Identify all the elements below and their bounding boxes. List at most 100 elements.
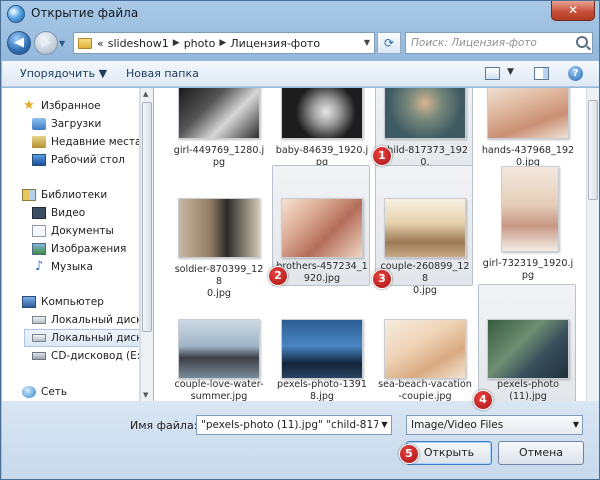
- app-globe-icon: [7, 5, 25, 23]
- file-name: sea-beach-vacation -coupie.jpg: [378, 379, 472, 401]
- sidebar-item-computer[interactable]: Компьютер: [22, 293, 104, 311]
- organize-button[interactable]: Упорядочить ▼: [20, 67, 107, 80]
- sidebar-item-label: Изображения: [51, 243, 127, 255]
- close-button[interactable]: ✕: [551, 1, 595, 21]
- libraries-icon: [22, 189, 36, 201]
- file-type-select[interactable]: Image/Video Files ▼: [406, 415, 583, 435]
- photo-thumbnail: [384, 198, 466, 258]
- folder-icon: [78, 37, 92, 49]
- desktop-icon: [32, 154, 46, 166]
- sidebar-item-downloads[interactable]: Загрузки: [32, 115, 101, 133]
- sidebar-item-label: Документы: [51, 225, 114, 237]
- file-tile-selected[interactable]: pexels-photo (11).jpg: [478, 284, 576, 401]
- file-name: pexels-photo-1391 8.jpg: [277, 379, 367, 401]
- file-name: girl-732319_1920.j pg: [482, 258, 574, 281]
- sidebar-item-music[interactable]: ♪ Музыка: [32, 258, 93, 276]
- breadcrumb-photo[interactable]: photo: [184, 37, 216, 50]
- chevron-right-icon[interactable]: ▶: [173, 38, 180, 48]
- file-type-value: Image/Video Files: [411, 419, 504, 431]
- chevron-down-icon[interactable]: ▼: [573, 416, 579, 434]
- disk-icon: [32, 334, 46, 342]
- file-list-scrollbar[interactable]: [586, 88, 599, 401]
- scroll-down-icon[interactable]: ▼: [143, 391, 148, 399]
- sidebar-item-label: Локальный диск (: [51, 332, 140, 344]
- sidebar-item-network[interactable]: Сеть: [22, 383, 67, 401]
- crumb-overflow[interactable]: «: [97, 37, 104, 50]
- photo-thumbnail: [487, 88, 569, 139]
- sidebar-item-label: Локальный диск (: [51, 314, 140, 326]
- recent-places-icon: [32, 136, 46, 148]
- sidebar-item-video[interactable]: Видео: [32, 204, 85, 222]
- network-icon: [22, 386, 36, 398]
- change-view-icon[interactable]: [485, 67, 500, 80]
- callout-badge-1: 1: [372, 146, 392, 166]
- search-icon: [576, 36, 588, 48]
- sidebar-item-label: Сеть: [41, 386, 68, 398]
- dialog-footer: Имя файла: "pexels-photo (11).jpg" "chil…: [2, 401, 599, 479]
- sidebar-item-libraries[interactable]: Библиотеки: [22, 186, 107, 204]
- sidebar-item-desktop[interactable]: Рабочий стол: [32, 151, 125, 169]
- sidebar-item-recent-places[interactable]: Недавние места: [32, 133, 140, 151]
- sidebar-item-label: Недавние места: [51, 136, 140, 148]
- file-tile[interactable]: pexels-photo-1391 8.jpg: [272, 286, 370, 401]
- preview-pane-icon[interactable]: [534, 67, 549, 80]
- sidebar-scrollbar[interactable]: ▲ ▼: [140, 88, 153, 401]
- scroll-up-icon[interactable]: ▲: [143, 90, 148, 98]
- filename-input[interactable]: "pexels-photo (11).jpg" "child-81737 ▼: [196, 415, 392, 435]
- photo-thumbnail: [281, 198, 363, 258]
- photo-thumbnail: [178, 319, 260, 379]
- cd-drive-icon: [32, 352, 46, 360]
- sidebar-item-cd-drive[interactable]: CD-дисковод (E:): [32, 347, 140, 365]
- sidebar-item-favorites[interactable]: ★ Избранное: [22, 97, 100, 115]
- sidebar-item-local-disk-d[interactable]: Локальный диск (: [24, 329, 140, 347]
- new-folder-button[interactable]: Новая папка: [126, 67, 199, 80]
- sidebar-item-label: CD-дисковод (E:): [51, 350, 140, 362]
- address-dropdown-icon[interactable]: ▼: [364, 38, 370, 47]
- sidebar-item-documents[interactable]: Документы: [32, 222, 114, 240]
- refresh-button[interactable]: ⟳: [377, 32, 401, 54]
- pictures-icon: [32, 243, 46, 255]
- photo-thumbnail: [501, 166, 559, 252]
- photo-thumbnail: [178, 198, 260, 258]
- help-icon[interactable]: ?: [568, 66, 583, 81]
- view-dropdown-icon[interactable]: ▼: [507, 67, 514, 77]
- command-bar: Упорядочить ▼ Новая папка ▼ ?: [2, 61, 599, 87]
- filename-dropdown-icon[interactable]: ▼: [378, 416, 391, 434]
- file-tile-selected[interactable]: couple-260899_128 0.jpg: [375, 165, 473, 296]
- open-file-dialog: Открытие файла ✕ ◀ ▶ ▼ « slideshow1 ▶ ph…: [0, 0, 600, 480]
- downloads-icon: [32, 118, 46, 130]
- navigation-bar: ◀ ▶ ▼ « slideshow1 ▶ photo ▶ Лицензия-фо…: [1, 29, 599, 59]
- forward-button[interactable]: ▶: [34, 31, 58, 55]
- breadcrumb-license-photo[interactable]: Лицензия-фото: [230, 37, 320, 50]
- photo-thumbnail: [384, 319, 466, 379]
- file-tile[interactable]: sea-beach-vacation -coupie.jpg: [375, 286, 473, 401]
- filename-label: Имя файла:: [130, 419, 198, 432]
- sidebar-item-label: Видео: [51, 207, 86, 219]
- callout-badge-4: 4: [473, 390, 493, 410]
- breadcrumb-slideshow1[interactable]: slideshow1: [108, 37, 169, 50]
- filename-value: "pexels-photo (11).jpg" "child-81737: [201, 419, 392, 431]
- search-input[interactable]: Поиск: Лицензия-фото: [405, 32, 593, 54]
- sidebar-item-local-disk-c[interactable]: Локальный диск (: [32, 311, 140, 329]
- callout-badge-3: 3: [372, 269, 392, 289]
- callout-badge-5: 5: [399, 444, 419, 464]
- file-tile[interactable]: girl-732319_1920.j pg: [478, 165, 576, 281]
- file-tile-selected[interactable]: brothers-457234_1 920.jpg: [272, 165, 370, 286]
- sidebar-item-label: Рабочий стол: [51, 154, 125, 166]
- photo-thumbnail: [281, 88, 363, 139]
- back-button[interactable]: ◀: [7, 31, 31, 55]
- chevron-right-icon[interactable]: ▶: [219, 38, 226, 48]
- file-list: girl-449769_1280.j pg baby-84639_1920.j …: [154, 88, 586, 401]
- file-name: brothers-457234_1 920.jpg: [276, 261, 368, 284]
- search-placeholder: Поиск: Лицензия-фото: [411, 37, 537, 49]
- history-dropdown-icon[interactable]: ▼: [59, 39, 65, 48]
- star-icon: ★: [23, 98, 35, 113]
- video-icon: [32, 207, 46, 219]
- sidebar-scroll-thumb[interactable]: [142, 102, 152, 332]
- cancel-button[interactable]: Отмена: [498, 441, 584, 465]
- file-list-scroll-thumb[interactable]: [588, 100, 598, 200]
- file-tile[interactable]: soldier-870399_128 0.jpg: [169, 165, 267, 299]
- file-tile[interactable]: couple-love-water- summer.jpg: [169, 286, 267, 401]
- sidebar-item-pictures[interactable]: Изображения: [32, 240, 126, 258]
- address-bar[interactable]: « slideshow1 ▶ photo ▶ Лицензия-фото ▼: [73, 32, 375, 54]
